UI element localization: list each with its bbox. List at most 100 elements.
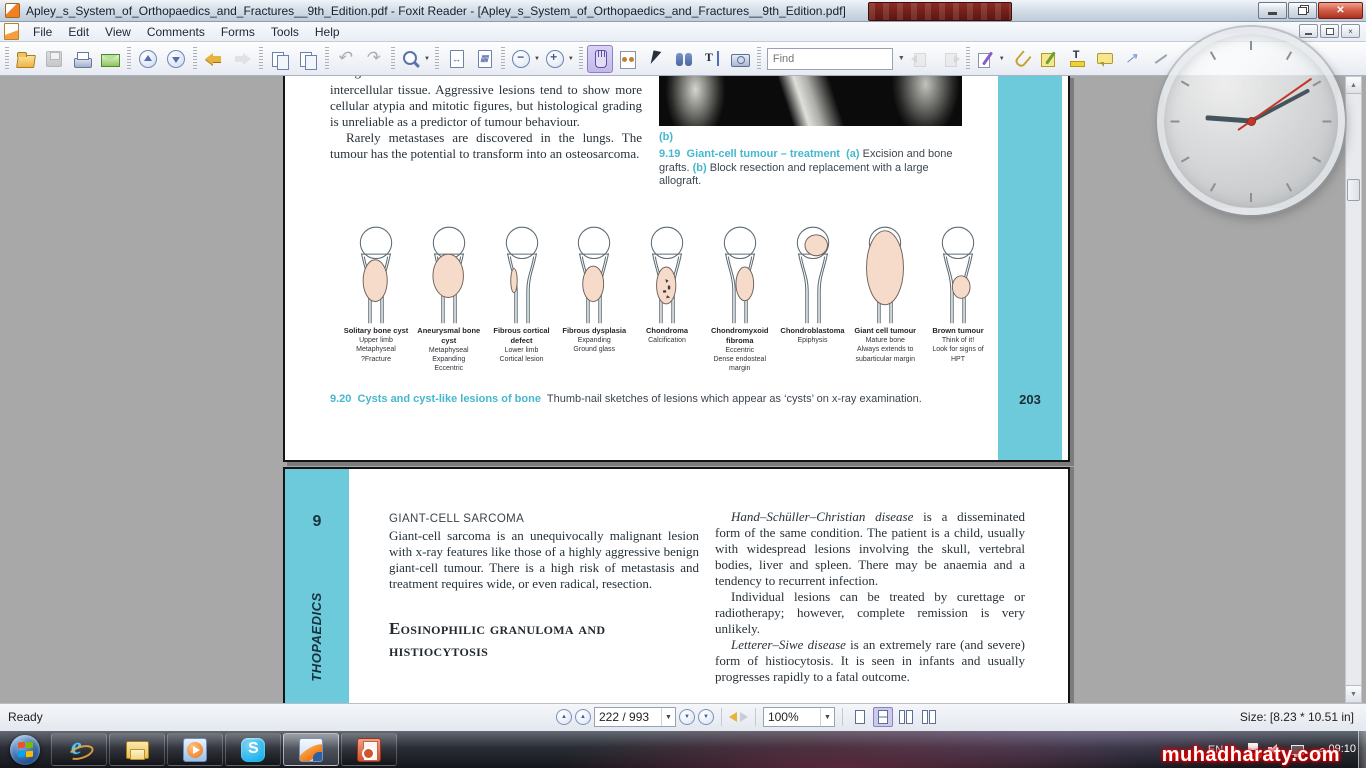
typewriter-button[interactable]: ▼ — [974, 45, 1006, 73]
find-next-button[interactable] — [936, 45, 962, 73]
continuous-layout-button[interactable] — [873, 707, 893, 727]
bone-label-line: Expanding — [559, 336, 629, 345]
close-button[interactable]: ✕ — [1318, 2, 1363, 19]
arrow-annotation-button[interactable] — [1120, 45, 1146, 73]
taskbar-powerpoint[interactable] — [341, 733, 397, 766]
menu-file[interactable]: File — [25, 23, 60, 41]
next-view-button[interactable] — [229, 45, 255, 73]
menu-tools[interactable]: Tools — [263, 23, 307, 41]
zoom-in-button[interactable]: ▼ — [543, 45, 575, 73]
taskbar-foxit-reader[interactable] — [283, 733, 339, 766]
find-input[interactable] — [771, 52, 889, 66]
clock-gadget[interactable] — [1157, 27, 1345, 215]
minimize-button[interactable] — [1258, 2, 1287, 19]
bone-label-line: Cortical lesion — [487, 355, 557, 364]
snapshot-button[interactable] — [727, 45, 753, 73]
zoom-tool-button[interactable]: ▼ — [399, 45, 431, 73]
zoom-out-button[interactable]: ▼ — [509, 45, 541, 73]
xray-sublabel: (b) — [659, 131, 673, 143]
open-folder-icon — [15, 48, 37, 70]
reverse-order-button[interactable] — [267, 45, 293, 73]
page-number-box: ▼ — [594, 707, 676, 727]
page-up-button[interactable] — [135, 45, 161, 73]
dropdown-caret-icon[interactable]: ▼ — [568, 56, 574, 62]
find-prev-button[interactable] — [908, 45, 934, 73]
doc-restore-button[interactable] — [1320, 24, 1339, 38]
print-button[interactable] — [69, 45, 95, 73]
dropdown-caret-icon[interactable]: ▼ — [424, 56, 430, 62]
show-desktop-button[interactable] — [1358, 731, 1366, 768]
email-button[interactable] — [97, 45, 123, 73]
previous-page-button[interactable]: ▲ — [575, 709, 591, 725]
status-text: Ready — [8, 710, 43, 724]
scroll-down-button[interactable]: ▼ — [1346, 685, 1361, 702]
toolbar-left-group: ▼ ▼ ▼ — [2, 45, 754, 73]
page-number-input[interactable] — [595, 710, 661, 724]
binoculars-button[interactable] — [671, 45, 697, 73]
toolbar-handle — [501, 47, 505, 71]
pencil-note-button[interactable] — [1036, 45, 1062, 73]
redo-icon — [363, 48, 385, 70]
last-page-button[interactable]: ▼ — [698, 709, 714, 725]
taskbar-windows-explorer[interactable] — [109, 733, 165, 766]
taskbar-internet-explorer[interactable] — [51, 733, 107, 766]
fit-page-button[interactable] — [471, 45, 497, 73]
zoom-dropdown-caret-icon[interactable]: ▼ — [820, 708, 834, 726]
fit-width-button[interactable] — [443, 45, 469, 73]
toolbar-handle — [127, 47, 131, 71]
vertical-scrollbar[interactable]: ▲ ▼ — [1345, 76, 1362, 703]
page-dropdown-caret-icon[interactable]: ▼ — [661, 708, 675, 726]
line-annotation-button[interactable] — [1148, 45, 1174, 73]
restore-button[interactable] — [1288, 2, 1317, 19]
save-icon — [43, 48, 65, 70]
menu-edit[interactable]: Edit — [60, 23, 97, 41]
bone-label-line: Metaphyseal — [414, 346, 484, 355]
select-text-button[interactable] — [699, 45, 725, 73]
watermark-text: muhadharaty.com — [1162, 744, 1340, 767]
dropdown-caret-icon[interactable]: ▼ — [534, 56, 540, 62]
hand-tool-button[interactable] — [587, 45, 613, 73]
print-icon — [71, 48, 93, 70]
menu-forms[interactable]: Forms — [213, 23, 263, 41]
menu-comments[interactable]: Comments — [139, 23, 213, 41]
next-page-button[interactable]: ▼ — [679, 709, 695, 725]
taskbar-media-player[interactable] — [167, 733, 223, 766]
start-button[interactable] — [1, 733, 49, 766]
undo-button[interactable] — [333, 45, 359, 73]
save-button[interactable] — [41, 45, 67, 73]
taskbar-skype[interactable] — [225, 733, 281, 766]
heading-line: histiocytosis — [389, 640, 699, 662]
previous-view-button[interactable] — [729, 712, 737, 722]
doc-minimize-button[interactable] — [1299, 24, 1318, 38]
dropdown-caret-icon[interactable]: ▼ — [999, 56, 1005, 62]
bone-label-line: Always extends to — [850, 345, 920, 354]
reflow-button[interactable] — [615, 45, 641, 73]
continuous-facing-layout-button[interactable] — [919, 707, 939, 727]
insert-pages-button[interactable] — [295, 45, 321, 73]
page-down-button[interactable] — [163, 45, 189, 73]
scroll-up-button[interactable]: ▲ — [1346, 77, 1361, 94]
attach-note-icon — [1010, 48, 1032, 70]
menu-help[interactable]: Help — [307, 23, 348, 41]
menu-view[interactable]: View — [97, 23, 139, 41]
facing-layout-button[interactable] — [896, 707, 916, 727]
next-view-button[interactable] — [740, 712, 748, 722]
single-page-layout-button[interactable] — [850, 707, 870, 727]
scrollbar-thumb[interactable] — [1347, 179, 1360, 201]
previous-view-button[interactable] — [201, 45, 227, 73]
attach-note-button[interactable] — [1008, 45, 1034, 73]
comment-button[interactable] — [1092, 45, 1118, 73]
doc-close-button[interactable]: × — [1341, 24, 1360, 38]
windows-explorer-icon — [125, 738, 149, 762]
first-page-button[interactable]: ▲ — [556, 709, 572, 725]
toolbar-handle — [193, 47, 197, 71]
find-next-icon — [938, 48, 960, 70]
find-dropdown-caret-icon[interactable]: ▼ — [898, 55, 905, 62]
highlight-text-button[interactable] — [1064, 45, 1090, 73]
select-annotation-button[interactable] — [643, 45, 669, 73]
open-folder-button[interactable] — [13, 45, 39, 73]
redo-button[interactable] — [361, 45, 387, 73]
bone-sketch: Giant cell tumour Mature boneAlways exte… — [850, 226, 920, 374]
zoom-input[interactable] — [764, 710, 820, 724]
bone-sketch: Fibrous dysplasia ExpandingGround glass — [559, 226, 629, 374]
